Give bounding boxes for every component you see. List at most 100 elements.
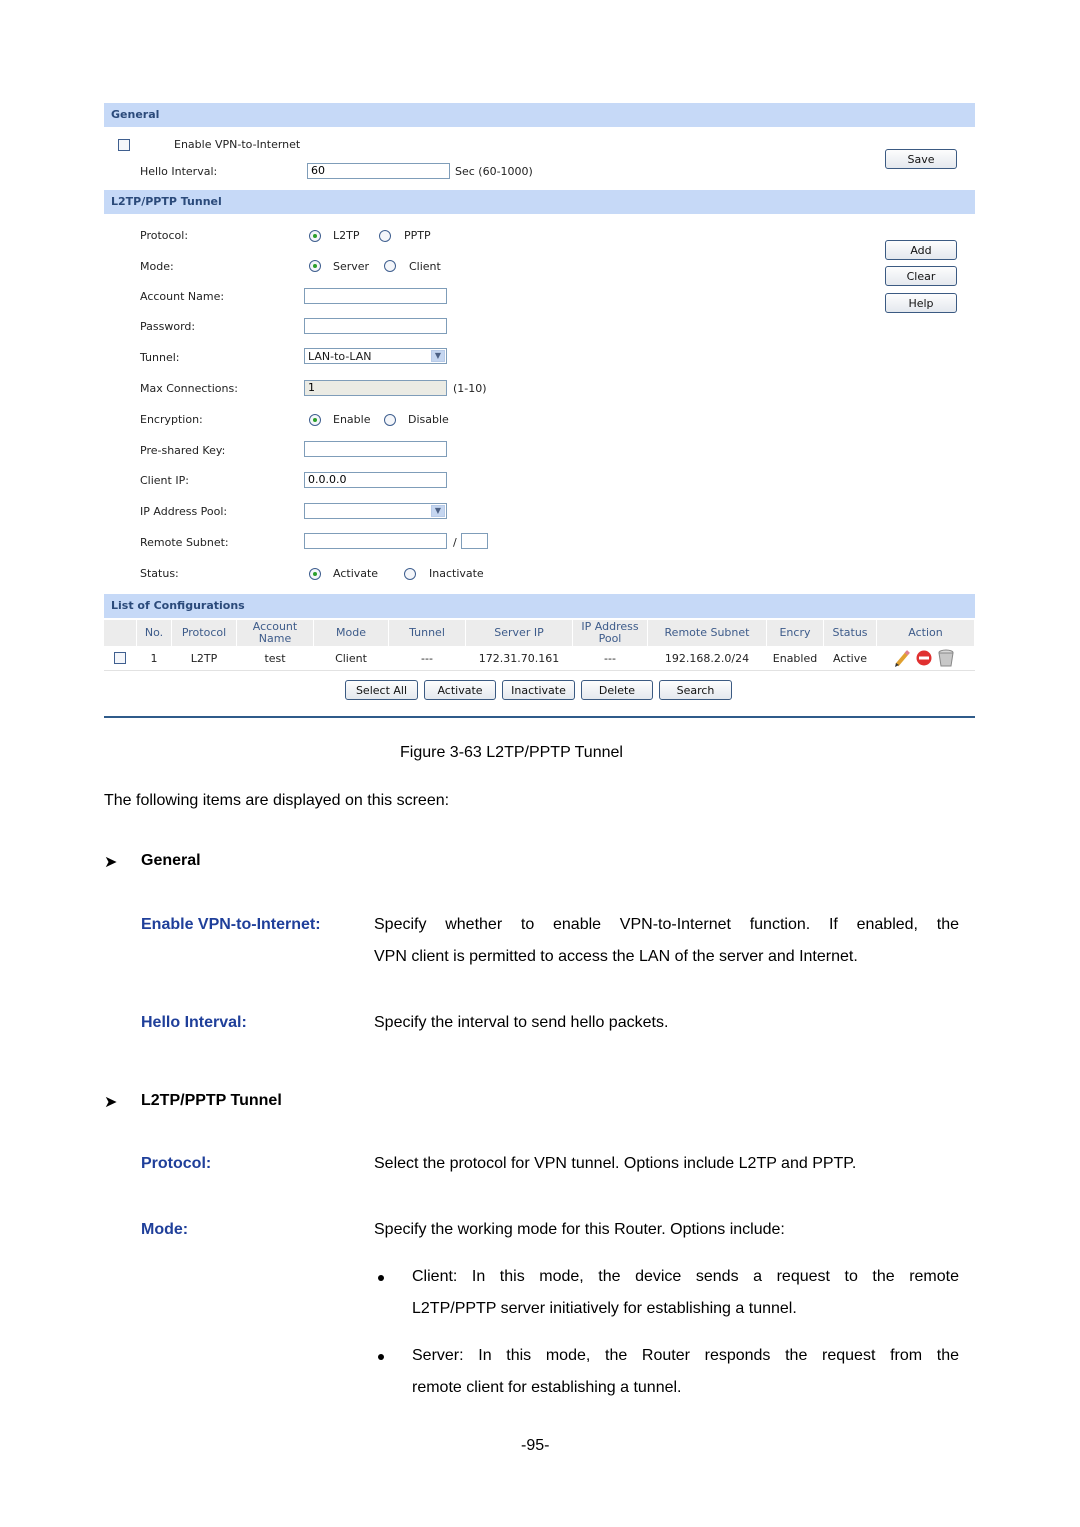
save-button[interactable]: Save — [885, 149, 957, 169]
row-no: 1 — [136, 646, 172, 671]
col-encry: Encry — [766, 620, 824, 646]
col-no: No. — [136, 620, 172, 646]
row-actions — [876, 646, 975, 671]
search-button[interactable]: Search — [659, 680, 732, 700]
encryption-disable-label: Disable — [408, 413, 449, 426]
psk-label: Pre-shared Key: — [140, 444, 226, 457]
figure-bottom-rule — [104, 716, 975, 718]
delete-icon[interactable] — [937, 649, 954, 667]
col-account-name-label: Account Name — [252, 620, 298, 645]
account-name-input[interactable] — [304, 288, 447, 304]
bullet-icon — [378, 1275, 384, 1281]
psk-input[interactable] — [304, 441, 447, 457]
row-status: Active — [823, 646, 877, 671]
tunnel-select[interactable]: LAN-to-LAN ▼ — [304, 348, 447, 364]
client-ip-label: Client IP: — [140, 474, 189, 487]
term-protocol: Protocol: — [141, 1155, 212, 1172]
status-activate-radio[interactable] — [309, 568, 321, 580]
protocol-label: Protocol: — [140, 229, 189, 242]
ip-pool-label: IP Address Pool: — [140, 505, 228, 518]
remote-subnet-mask-input[interactable] — [461, 533, 488, 549]
client-ip-input[interactable] — [304, 472, 447, 488]
protocol-l2tp-label: L2TP — [333, 229, 360, 242]
edit-icon[interactable] — [894, 650, 910, 668]
remote-subnet-separator: / — [453, 536, 457, 549]
list-section-header: List of Configurations — [104, 594, 975, 618]
desc-enable-vpn-line1: Specify whether to enable VPN-to-Interne… — [374, 916, 959, 933]
configurations-table: No. Protocol Account Name Mode Tunnel Se… — [104, 620, 975, 671]
row-account: test — [236, 646, 314, 671]
bullet-server-line2: remote client for establishing a tunnel. — [412, 1379, 682, 1396]
enable-vpn-checkbox[interactable] — [118, 139, 130, 151]
col-action: Action — [876, 620, 975, 646]
term-mode: Mode: — [141, 1221, 189, 1238]
col-server-ip: Server IP — [465, 620, 573, 646]
protocol-pptp-label: PPTP — [404, 229, 431, 242]
status-inactivate-label: Inactivate — [429, 567, 484, 580]
section-general-title: General — [141, 852, 201, 869]
encryption-enable-label: Enable — [333, 413, 371, 426]
row-protocol: L2TP — [171, 646, 237, 671]
tunnel-section-header: L2TP/PPTP Tunnel — [104, 190, 975, 214]
chevron-down-icon[interactable]: ▼ — [431, 350, 445, 362]
col-ip-pool: IP Address Pool — [572, 620, 648, 646]
mode-server-radio[interactable] — [309, 260, 321, 272]
row-mode: Client — [313, 646, 389, 671]
term-hello-interval: Hello Interval: — [141, 1014, 247, 1031]
col-account-name: Account Name — [236, 620, 314, 646]
account-name-label: Account Name: — [140, 290, 225, 303]
add-button[interactable]: Add — [885, 240, 957, 260]
row-select-cell — [104, 646, 137, 671]
mode-server-label: Server — [333, 260, 370, 273]
protocol-pptp-radio[interactable] — [379, 230, 391, 242]
mode-label: Mode: — [140, 260, 174, 273]
col-ip-pool-label: IP Address Pool — [581, 620, 639, 645]
select-all-button[interactable]: Select All — [345, 680, 418, 700]
activate-button[interactable]: Activate — [424, 680, 496, 700]
tunnel-label: Tunnel: — [140, 351, 180, 364]
row-remote-subnet: 192.168.2.0/24 — [647, 646, 767, 671]
enable-vpn-label: Enable VPN-to-Internet — [174, 138, 301, 151]
bullet-server-line1: Server: In this mode, the Router respond… — [412, 1347, 959, 1364]
help-button[interactable]: Help — [885, 293, 957, 313]
status-inactivate-radio[interactable] — [404, 568, 416, 580]
col-remote-subnet: Remote Subnet — [647, 620, 767, 646]
delete-button[interactable]: Delete — [581, 680, 653, 700]
clear-button[interactable]: Clear — [885, 266, 957, 286]
inactivate-button[interactable]: Inactivate — [502, 680, 575, 700]
encryption-disable-radio[interactable] — [384, 414, 396, 426]
encryption-label: Encryption: — [140, 413, 203, 426]
row-tunnel: --- — [388, 646, 466, 671]
screenshot-figure: General Enable VPN-to-Internet Hello Int… — [104, 103, 975, 718]
col-select — [104, 620, 137, 646]
tunnel-select-value: LAN-to-LAN — [308, 350, 372, 363]
intro-text: The following items are displayed on thi… — [104, 792, 450, 809]
disable-icon[interactable] — [916, 650, 931, 666]
desc-mode: Specify the working mode for this Router… — [374, 1221, 785, 1238]
row-encry: Enabled — [766, 646, 824, 671]
section-tunnel-marker: ➤ — [104, 1094, 118, 1111]
bullet-icon — [378, 1354, 384, 1360]
max-connections-input[interactable] — [304, 380, 447, 396]
col-status: Status — [823, 620, 877, 646]
row-server-ip: 172.31.70.161 — [465, 646, 573, 671]
page-number: -95- — [521, 1437, 550, 1454]
row-pool: --- — [572, 646, 648, 671]
remote-subnet-input[interactable] — [304, 533, 447, 549]
max-connections-hint: (1-10) — [453, 382, 487, 395]
status-activate-label: Activate — [333, 567, 379, 580]
chevron-down-icon[interactable]: ▼ — [431, 505, 445, 517]
ip-pool-select[interactable]: ▼ — [304, 503, 447, 519]
bullet-client-line1: Client: In this mode, the device sends a… — [412, 1268, 959, 1285]
desc-enable-vpn-line2: VPN client is permitted to access the LA… — [374, 948, 858, 965]
mode-client-label: Client — [409, 260, 441, 273]
section-tunnel-title: L2TP/PPTP Tunnel — [141, 1092, 282, 1109]
table-row: 1 L2TP test Client --- 172.31.70.161 ---… — [104, 646, 975, 671]
section-general-marker: ➤ — [104, 854, 118, 871]
hello-interval-input[interactable] — [307, 163, 450, 179]
encryption-enable-radio[interactable] — [309, 414, 321, 426]
row-checkbox[interactable] — [114, 651, 127, 664]
mode-client-radio[interactable] — [384, 260, 396, 272]
password-input[interactable] — [304, 318, 447, 334]
protocol-l2tp-radio[interactable] — [309, 230, 321, 242]
